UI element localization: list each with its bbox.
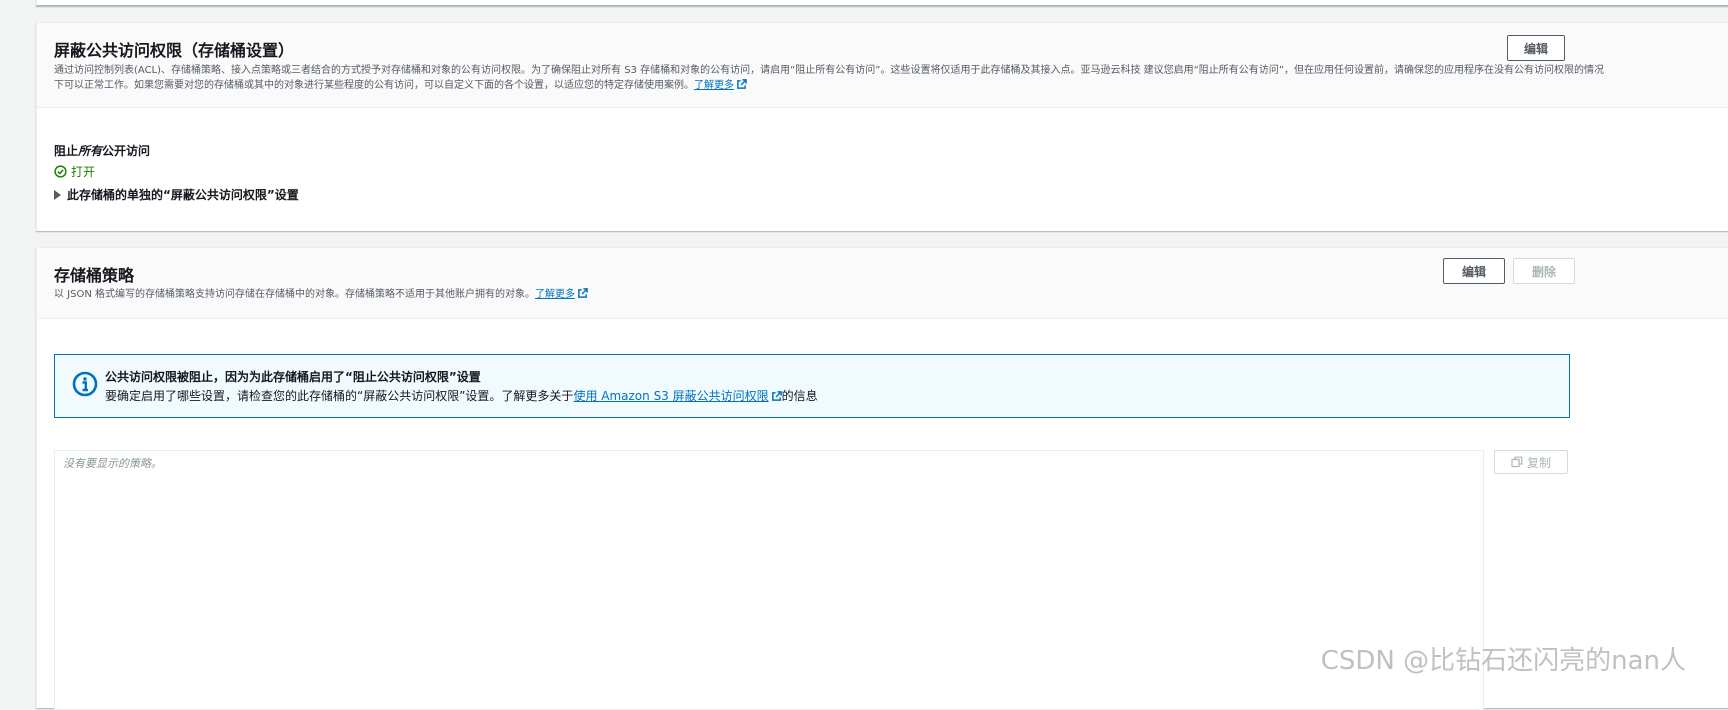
block-all-public-access-label: 阻止所有公开访问: [54, 142, 150, 159]
block-all-label-suffix: 公开访问: [102, 144, 151, 158]
external-link-icon: [771, 391, 782, 401]
bucket-policy-title: 存储桶策略: [54, 266, 135, 285]
public-access-blocked-alert: 公共访问权限被阻止，因为为此存储桶启用了“阻止公共访问权限”设置 要确定启用了哪…: [54, 354, 1570, 418]
policy-edit-button[interactable]: 编辑: [1443, 258, 1505, 284]
expander-label: 此存储桶的单独的“屏蔽公共访问权限”设置: [67, 188, 299, 202]
info-circle-icon: [72, 371, 98, 397]
block-public-access-title: 屏蔽公共访问权限（存储桶设置）: [54, 41, 295, 60]
bpa-learn-more-link[interactable]: 了解更多: [694, 79, 747, 91]
bpa-docs-link-text: 使用 Amazon S3 屏蔽公共访问权限: [573, 389, 769, 403]
bpa-description-line2-text: 下可以正常工作。如果您需要对您的存储桶或其中的对象进行某些程度的公有访问，可以自…: [54, 80, 694, 91]
copy-button[interactable]: 复制: [1494, 450, 1568, 474]
bpa-description: 通过访问控制列表(ACL)、存储桶策略、接入点策略或三者结合的方式授予对存储桶和…: [54, 63, 1728, 93]
block-public-access-panel: 屏蔽公共访问权限（存储桶设置） 编辑 通过访问控制列表(ACL)、存储桶策略、接…: [36, 22, 1728, 231]
external-link-icon: [737, 79, 747, 89]
policy-description: 以 JSON 格式编写的存储桶策略支持访问存储在存储桶中的对象。存储桶策略不适用…: [54, 287, 588, 302]
block-all-label-italic: 所有: [78, 144, 103, 158]
previous-section-panel: [36, 0, 1728, 6]
alert-title: 公共访问权限被阻止，因为为此存储桶启用了“阻止公共访问权限”设置: [105, 370, 481, 384]
block-public-access-header: 屏蔽公共访问权限（存储桶设置） 编辑 通过访问控制列表(ACL)、存储桶策略、接…: [37, 23, 1728, 108]
alert-body-suffix: 的信息: [781, 389, 818, 403]
bpa-learn-more-text: 了解更多: [694, 80, 734, 91]
individual-bpa-settings-expander[interactable]: 此存储桶的单独的“屏蔽公共访问权限”设置: [54, 186, 299, 203]
bpa-docs-link[interactable]: 使用 Amazon S3 屏蔽公共访问权限: [573, 389, 782, 403]
copy-label: 复制: [1526, 455, 1551, 470]
policy-delete-button[interactable]: 删除: [1513, 258, 1575, 284]
alert-body: 要确定启用了哪些设置，请检查您的此存储桶的“屏蔽公共访问权限”设置。了解更多关于…: [105, 387, 818, 404]
caret-right-icon: [54, 189, 61, 200]
policy-learn-more-text: 了解更多: [535, 289, 576, 300]
bpa-edit-button[interactable]: 编辑: [1507, 35, 1565, 61]
policy-editor[interactable]: 没有要显示的策略。: [54, 450, 1484, 710]
block-all-label-prefix: 阻止: [54, 144, 79, 158]
copy-icon: [1511, 456, 1523, 468]
block-all-status: 打开: [54, 163, 95, 180]
bucket-policy-header: 存储桶策略 编辑 删除 以 JSON 格式编写的存储桶策略支持访问存储在存储桶中…: [37, 248, 1728, 319]
policy-description-text: 以 JSON 格式编写的存储桶策略支持访问存储在存储桶中的对象。存储桶策略不适用…: [54, 289, 536, 300]
policy-learn-more-link[interactable]: 了解更多: [535, 288, 588, 300]
alert-body-prefix: 要确定启用了哪些设置，请检查您的此存储桶的“屏蔽公共访问权限”设置。了解更多关于: [105, 389, 574, 403]
policy-editor-placeholder: 没有要显示的策略。: [63, 457, 162, 470]
bpa-description-line1: 通过访问控制列表(ACL)、存储桶策略、接入点策略或三者结合的方式授予对存储桶和…: [54, 65, 1604, 76]
check-circle-icon: [54, 165, 67, 178]
external-link-icon: [578, 288, 588, 298]
bpa-description-line2: 下可以正常工作。如果您需要对您的存储桶或其中的对象进行某些程度的公有访问，可以自…: [54, 78, 1728, 93]
watermark: CSDN @比钻石还闪亮的nan人: [1320, 646, 1686, 676]
status-text: 打开: [71, 165, 96, 179]
bucket-policy-panel: 存储桶策略 编辑 删除 以 JSON 格式编写的存储桶策略支持访问存储在存储桶中…: [36, 247, 1728, 710]
